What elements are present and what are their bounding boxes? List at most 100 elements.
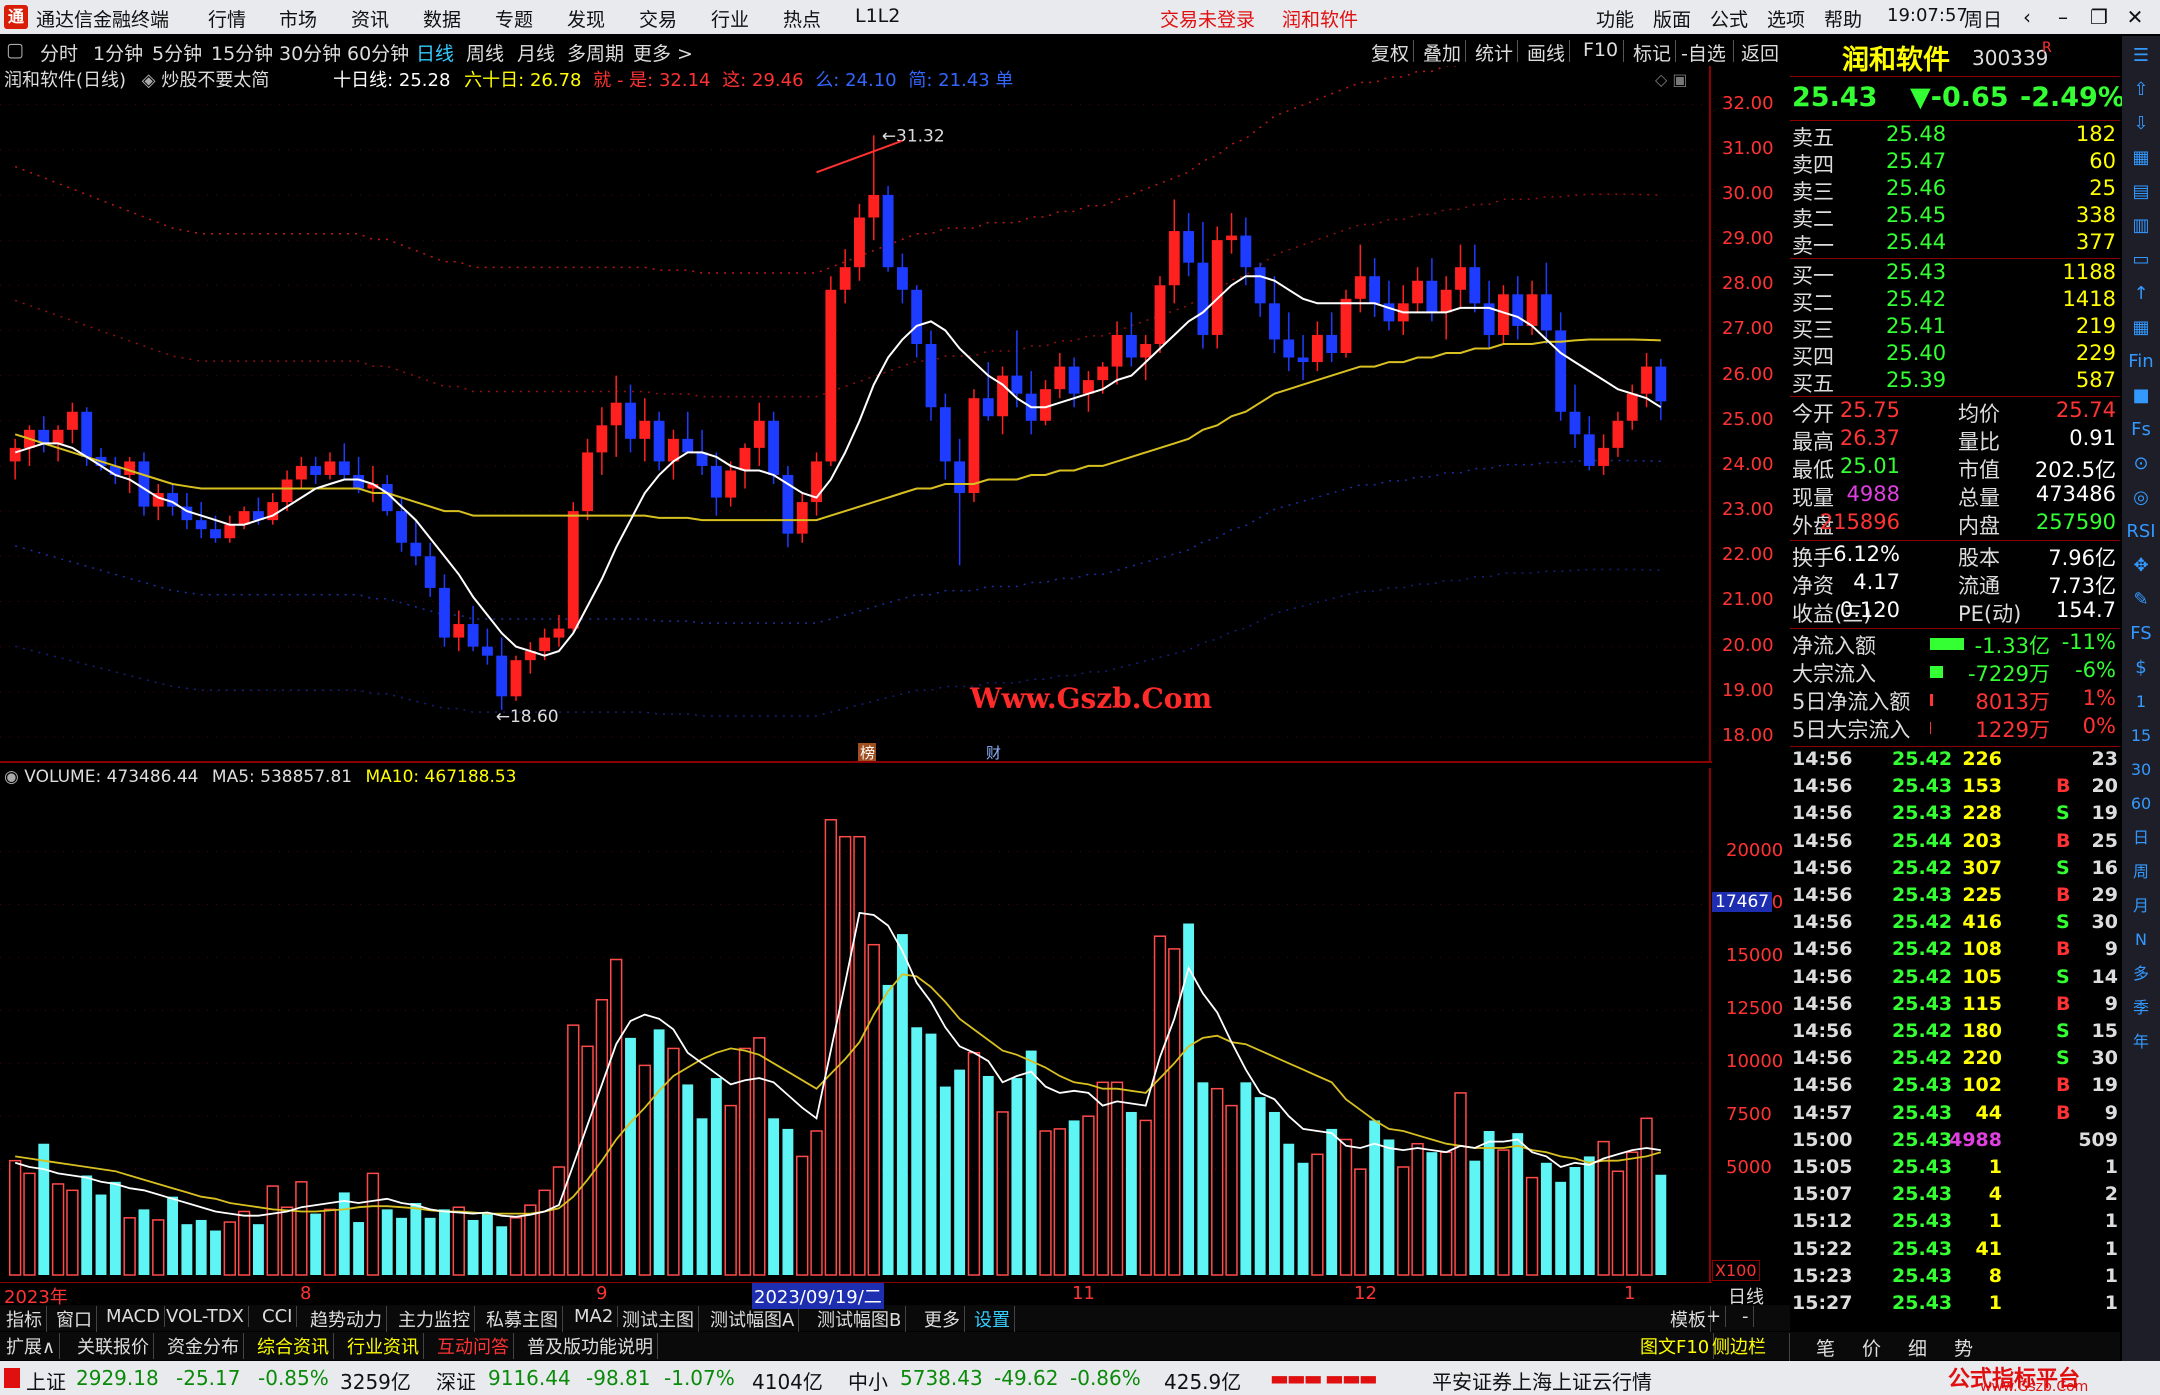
sidebar-tool-icon[interactable]: ▥ — [2126, 212, 2156, 240]
sidebar-tool-icon[interactable]: 季 — [2126, 994, 2156, 1022]
indicator-tab[interactable]: 测试主图 — [618, 1306, 699, 1332]
sidebar-tool-icon[interactable]: 15 — [2126, 722, 2156, 750]
chart-strategy-name[interactable]: 炒股不要太简 — [161, 70, 269, 91]
indicator-tab[interactable]: 主力监控 — [394, 1306, 475, 1332]
sidebar-tool-icon[interactable]: N — [2126, 926, 2156, 954]
info-tab[interactable]: 综合资讯 — [253, 1333, 334, 1359]
menu-discover[interactable]: 发现 — [567, 5, 605, 32]
menu-shichang[interactable]: 市场 — [279, 5, 317, 32]
sidebar-tool-icon[interactable]: 月 — [2126, 892, 2156, 920]
sidebar-tool-icon[interactable]: 1 — [2126, 688, 2156, 716]
indicator-tab[interactable]: 指标 — [2, 1306, 47, 1332]
sidebar-tool-icon[interactable]: ▦ — [2126, 314, 2156, 342]
sidebar-tool-icon[interactable]: Fin — [2126, 348, 2156, 376]
sidebar-tool-icon[interactable]: ↑ — [2126, 280, 2156, 308]
period-more[interactable]: 更多 > — [633, 39, 693, 66]
indicator-tab[interactable]: VOL-TDX — [162, 1306, 249, 1327]
panel-tab[interactable]: 价 — [1862, 1334, 1881, 1361]
period-daily[interactable]: 日线 — [416, 39, 454, 66]
sidebar-tool-icon[interactable]: ☰ — [2126, 42, 2156, 70]
sidebar-tool-icon[interactable]: FS — [2126, 620, 2156, 648]
menu-function[interactable]: 功能 — [1596, 5, 1634, 32]
side-tab[interactable]: 图文F10 — [1636, 1333, 1715, 1359]
menu-hot[interactable]: 热点 — [783, 5, 821, 32]
toolbar-fuquan[interactable]: 复权 — [1371, 39, 1409, 66]
strategy-dropdown-icon[interactable]: ◈ — [142, 70, 156, 91]
menu-formula[interactable]: 公式 — [1710, 5, 1748, 32]
restore-icon[interactable]: ❐ — [2082, 2, 2116, 32]
template-tab[interactable]: - — [1738, 1306, 1754, 1327]
back-icon[interactable]: ‹ — [2010, 2, 2044, 32]
sidebar-tool-icon[interactable]: 30 — [2126, 756, 2156, 784]
menu-options[interactable]: 选项 — [1767, 5, 1805, 32]
sidebar-tool-icon[interactable]: ✥ — [2126, 552, 2156, 580]
sidebar-tool-icon[interactable]: Fs — [2126, 416, 2156, 444]
bang-marker[interactable]: 榜 — [860, 744, 875, 762]
toolbar-stats[interactable]: 统计 — [1475, 39, 1513, 66]
indicator-tab[interactable]: MA2 — [570, 1306, 619, 1327]
sidebar-tool-icon[interactable]: ▤ — [2126, 178, 2156, 206]
period-60min[interactable]: 60分钟 — [347, 39, 409, 66]
sz-label[interactable]: 深证 — [436, 1366, 476, 1395]
info-tab[interactable]: 关联报价 — [73, 1333, 154, 1359]
indicator-tab[interactable]: CCI — [258, 1306, 298, 1327]
indicator-tab[interactable]: 窗口 — [52, 1306, 97, 1332]
sidebar-tool-icon[interactable]: 日 — [2126, 824, 2156, 852]
fund-flow-row[interactable]: 大宗流入 -7229万 -6% — [1790, 658, 2120, 686]
trade-status-link[interactable]: 交易未登录 — [1160, 5, 1255, 32]
sidebar-tool-icon[interactable]: ▦ — [2126, 144, 2156, 172]
candlestick-chart[interactable]: ←31.32 ←18.60 榜 财 — [0, 66, 1712, 763]
sidebar-tool-icon[interactable]: ◎ — [2126, 484, 2156, 512]
indicator-tab[interactable]: 更多 — [920, 1306, 965, 1332]
indicator-tab[interactable]: 趋势动力 — [306, 1306, 387, 1332]
menu-topic[interactable]: 专题 — [495, 5, 533, 32]
sidebar-tool-icon[interactable]: 多 — [2126, 960, 2156, 988]
panel-tab[interactable]: 势 — [1954, 1334, 1973, 1361]
toolbar-f10[interactable]: F10 — [1583, 39, 1618, 61]
sidebar-tool-icon[interactable]: ✎ — [2126, 586, 2156, 614]
sidebar-tool-icon[interactable]: ⇩ — [2126, 110, 2156, 138]
fund-flow-row[interactable]: 净流入额 -1.33亿 -11% — [1790, 630, 2120, 658]
period-1min[interactable]: 1分钟 — [93, 39, 143, 66]
period-intraday[interactable]: 分时 — [40, 39, 78, 66]
period-monthly[interactable]: 月线 — [517, 39, 555, 66]
menu-layout[interactable]: 版面 — [1653, 5, 1691, 32]
indicator-tab[interactable]: MACD — [102, 1306, 165, 1327]
menu-data[interactable]: 数据 — [423, 5, 461, 32]
info-tab[interactable]: 扩展∧ — [2, 1333, 61, 1359]
minimize-icon[interactable]: – — [2046, 2, 2080, 32]
sidebar-tool-icon[interactable]: RSI — [2126, 518, 2156, 546]
sidebar-tool-icon[interactable]: 年 — [2126, 1028, 2156, 1056]
chart-expand-icon[interactable]: ◇ ▣ — [1655, 70, 1688, 89]
fund-flow-row[interactable]: 5日净流入额 8013万 1% — [1790, 686, 2120, 714]
toolbar-watchlist[interactable]: -自选 — [1681, 39, 1726, 66]
menu-industry[interactable]: 行业 — [711, 5, 749, 32]
period-5min[interactable]: 5分钟 — [152, 39, 202, 66]
menu-market[interactable]: 行情 — [208, 5, 246, 32]
chart-toggle-icon[interactable]: ▢ — [6, 39, 24, 61]
info-tab[interactable]: 资金分布 — [163, 1333, 244, 1359]
sidebar-tool-icon[interactable]: ⊙ — [2126, 450, 2156, 478]
sh-label[interactable]: 上证 — [26, 1366, 66, 1395]
period-weekly[interactable]: 周线 — [466, 39, 504, 66]
volume-toggle-icon[interactable]: ◉ — [4, 767, 19, 787]
period-15min[interactable]: 15分钟 — [211, 39, 273, 66]
sidebar-tool-icon[interactable]: ■ — [2126, 382, 2156, 410]
panel-tab[interactable]: 笔 — [1816, 1334, 1835, 1361]
period-30min[interactable]: 30分钟 — [279, 39, 341, 66]
current-stock-link[interactable]: 润和软件 — [1282, 5, 1358, 32]
indicator-tab[interactable]: 测试幅图A — [706, 1306, 800, 1332]
template-tab[interactable]: + — [1702, 1306, 1727, 1327]
menu-help[interactable]: 帮助 — [1824, 5, 1862, 32]
indicator-tab[interactable]: 测试幅图B — [813, 1306, 907, 1332]
volume-chart[interactable] — [0, 768, 1712, 1282]
sidebar-tool-icon[interactable]: ⇧ — [2126, 76, 2156, 104]
panel-tab[interactable]: 细 — [1908, 1334, 1927, 1361]
menu-news[interactable]: 资讯 — [351, 5, 389, 32]
sidebar-tool-icon[interactable]: ▭ — [2126, 246, 2156, 274]
menu-l1l2[interactable]: L1L2 — [855, 5, 900, 27]
indicator-tab[interactable]: 设置 — [970, 1306, 1015, 1332]
cai-marker[interactable]: 财 — [986, 744, 1001, 762]
sidebar-tool-icon[interactable]: 60 — [2126, 790, 2156, 818]
info-tab[interactable]: 普及版功能说明 — [523, 1333, 658, 1359]
